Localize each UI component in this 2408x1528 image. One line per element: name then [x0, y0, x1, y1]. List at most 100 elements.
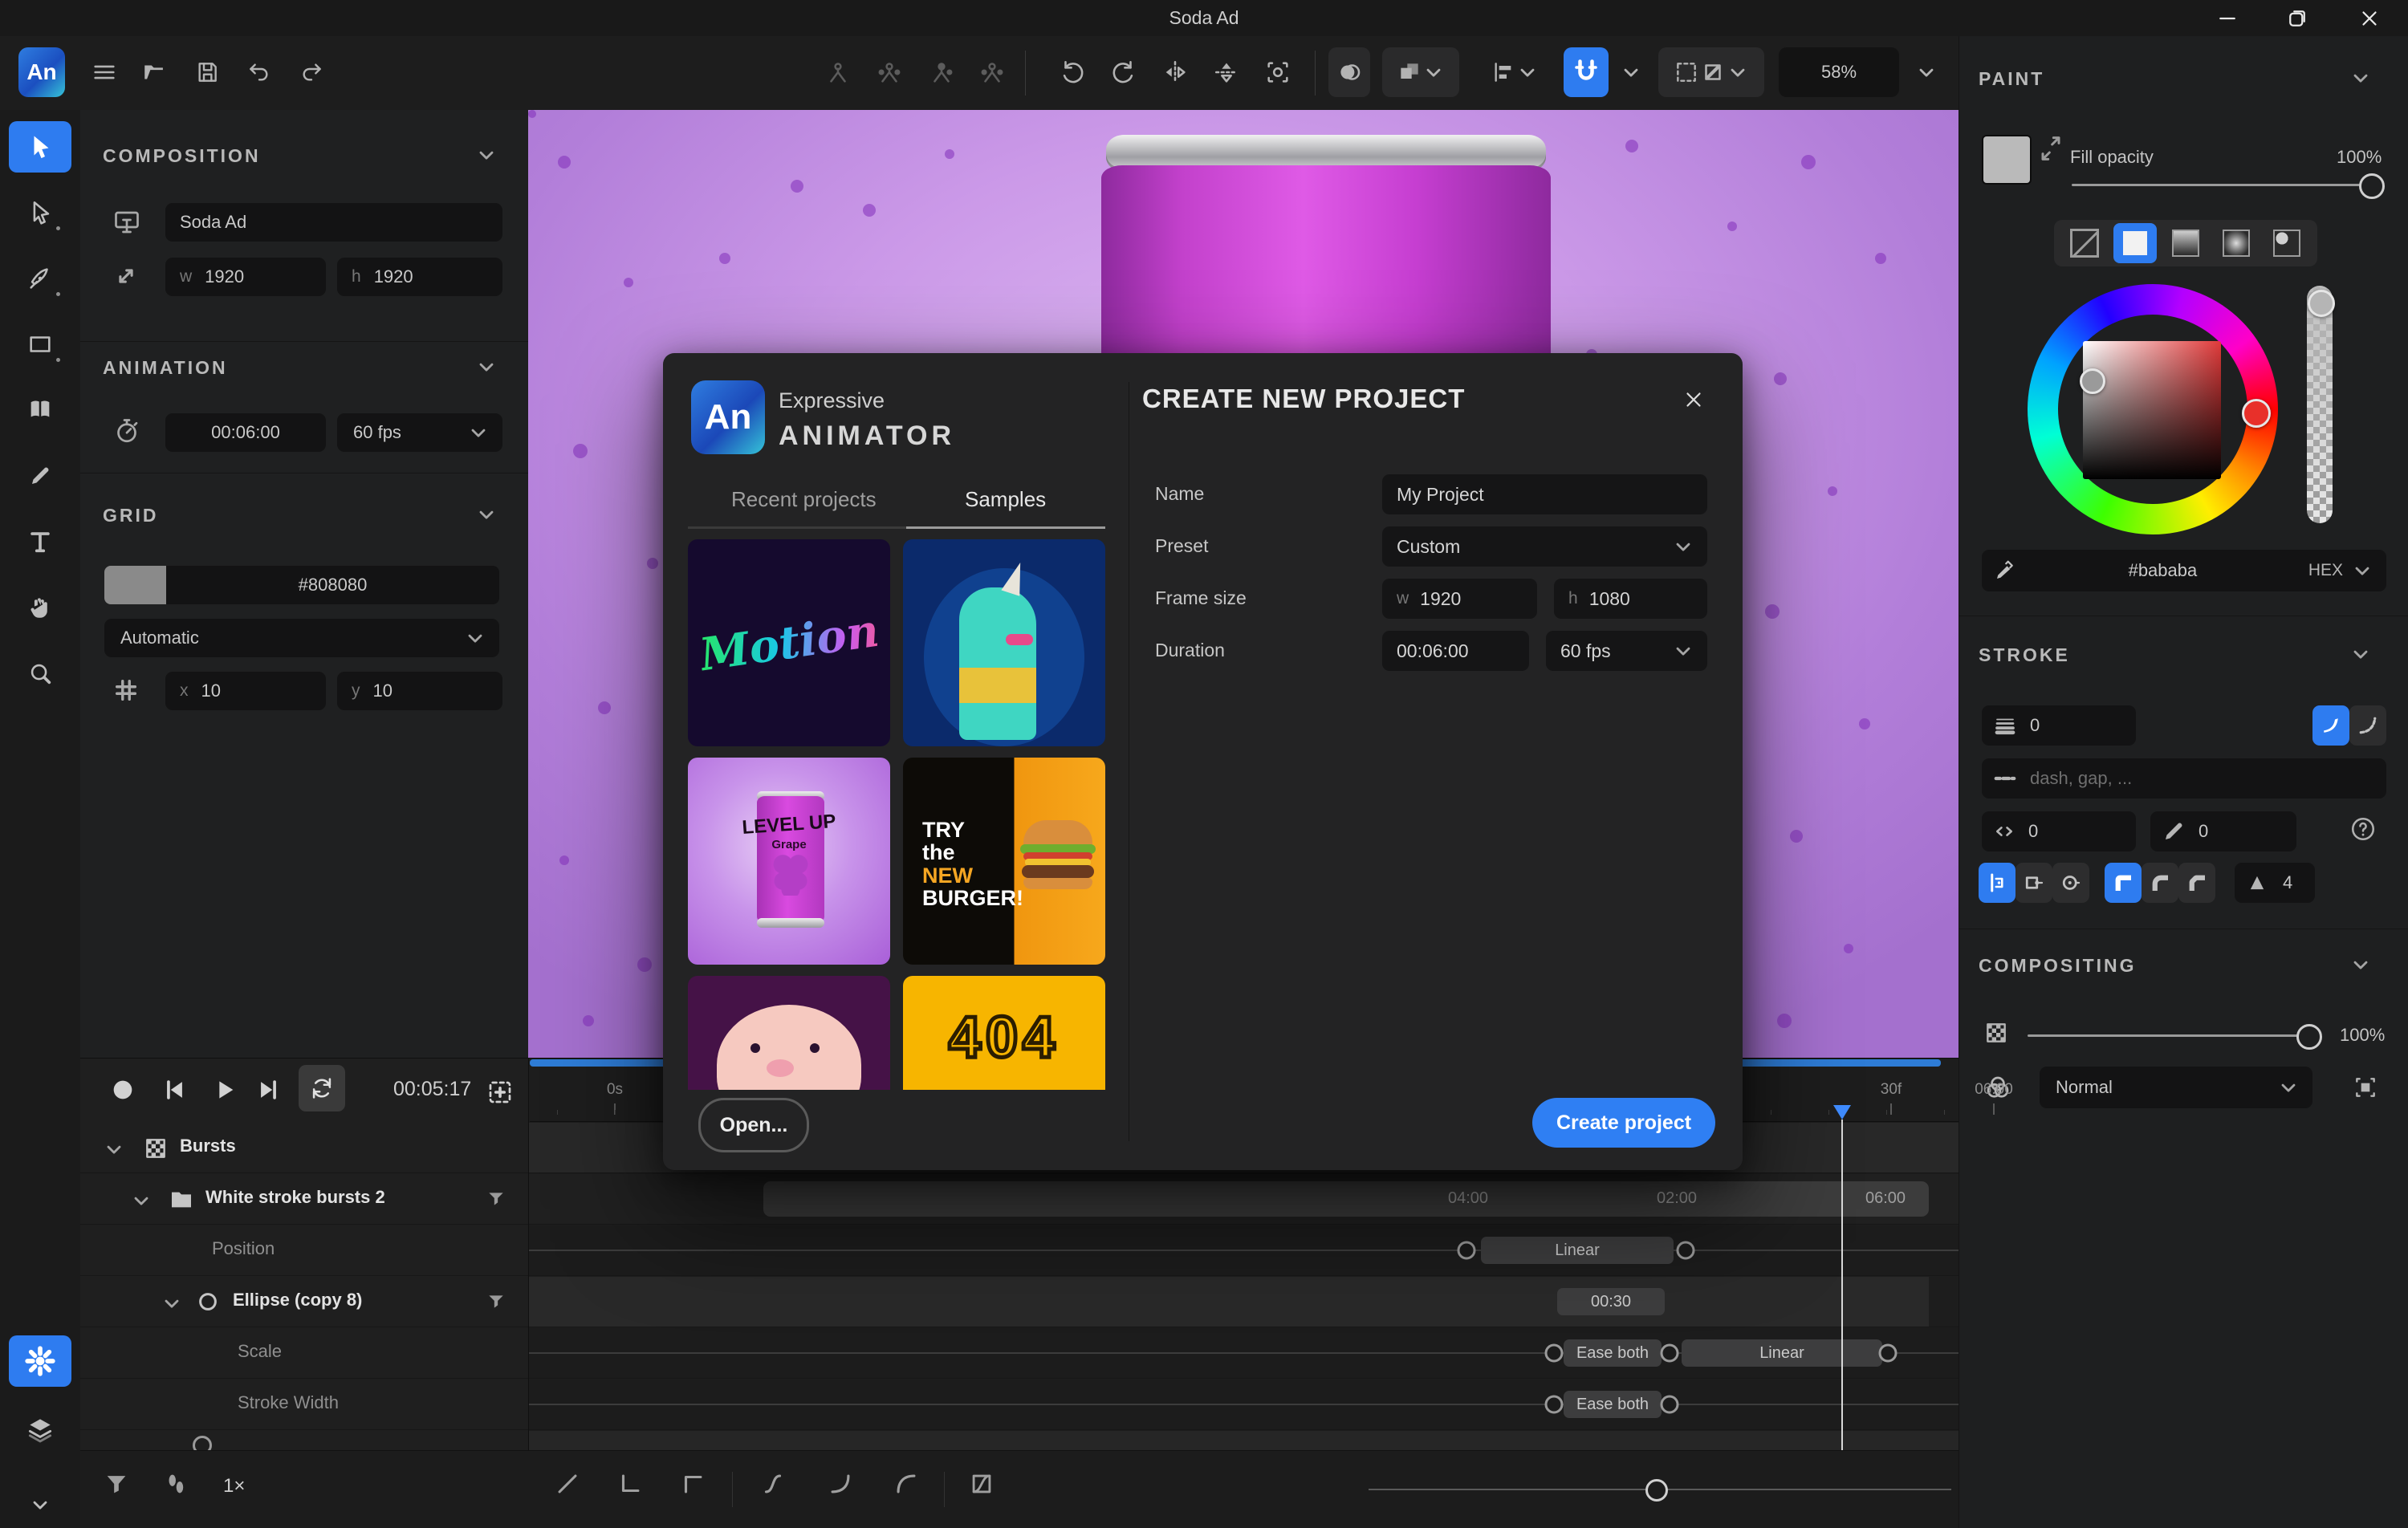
flip-vertical-button[interactable] — [1204, 47, 1249, 97]
grid-x-input[interactable]: x10 — [165, 672, 326, 710]
alpha-handle[interactable] — [2308, 290, 2335, 317]
keyframe[interactable] — [1458, 1242, 1476, 1260]
track-lane-ellipse-copy-8[interactable]: 00:30 — [529, 1277, 1959, 1327]
zoom-options-button[interactable] — [1904, 47, 1949, 97]
settings-button[interactable] — [9, 1335, 71, 1387]
pen-tool[interactable] — [9, 253, 71, 304]
keyframe[interactable] — [1677, 1242, 1695, 1260]
layers-button[interactable] — [9, 1404, 71, 1455]
cap-square-button[interactable] — [2052, 863, 2089, 903]
zoom-level-field[interactable]: 58% — [1779, 47, 1899, 97]
expand-chevron-icon[interactable] — [161, 1292, 183, 1315]
add-composition-button[interactable] — [486, 1078, 515, 1107]
preset-select[interactable]: Custom — [1382, 526, 1707, 567]
mask-button[interactable] — [1328, 47, 1370, 97]
stroke-help-button[interactable] — [2349, 815, 2377, 843]
create-project-button[interactable]: Create project — [1532, 1098, 1715, 1148]
grid-mode-select[interactable]: Automatic — [104, 619, 499, 657]
color-hex-value[interactable]: #bababa — [2017, 560, 2308, 581]
open-project-button[interactable]: Open... — [698, 1098, 809, 1152]
ease-hold-in-button[interactable] — [616, 1470, 644, 1498]
composition-name-input[interactable]: Soda Ad — [165, 203, 502, 242]
pencil-tool[interactable] — [9, 450, 71, 502]
filter-tracks-button[interactable] — [103, 1470, 130, 1498]
animation-collapse-button[interactable] — [475, 356, 498, 378]
minimize-button[interactable] — [2195, 0, 2260, 36]
sample-thumbnail-burger[interactable]: TRY the NEW BURGER! — [903, 758, 1105, 965]
track-name-position[interactable]: Position — [80, 1225, 528, 1276]
timeline-timecode[interactable]: 00:05:17 — [393, 1078, 471, 1101]
snapping-button[interactable] — [1564, 47, 1609, 97]
ease-both-button[interactable] — [759, 1470, 787, 1498]
alpha-slider[interactable] — [2307, 286, 2333, 523]
swap-fill-stroke-button[interactable] — [2035, 132, 2067, 165]
node-tool-button[interactable] — [816, 47, 860, 97]
close-button[interactable] — [2337, 0, 2402, 36]
next-frame-button[interactable] — [255, 1076, 283, 1103]
prev-frame-button[interactable] — [161, 1076, 188, 1103]
join-bevel-button[interactable] — [2178, 863, 2215, 903]
easing-badge[interactable]: 00:30 — [1557, 1288, 1665, 1315]
track-lane-stroke-width[interactable]: Ease both — [529, 1380, 1959, 1430]
keyframe[interactable] — [1661, 1344, 1679, 1363]
join-round-button[interactable] — [2142, 863, 2178, 903]
stroke-offset-input[interactable]: 0 — [1982, 811, 2136, 851]
hand-tool[interactable] — [9, 582, 71, 633]
fps-select[interactable]: 60 fps — [1546, 631, 1707, 671]
frame-height-input[interactable]: h1080 — [1554, 579, 1707, 619]
hue-handle[interactable] — [2242, 399, 2271, 428]
stroke-dash-input[interactable]: dash, gap, ... — [1982, 758, 2386, 799]
rectangle-tool[interactable] — [9, 319, 71, 370]
snapping-options-button[interactable] — [1609, 47, 1653, 97]
composition-collapse-button[interactable] — [475, 144, 498, 166]
zoom-tool[interactable] — [9, 648, 71, 699]
track-lane-scale[interactable]: Ease bothLinear — [529, 1328, 1959, 1379]
duration-input[interactable]: 00:06:00 — [1382, 631, 1529, 671]
focus-selection-button[interactable] — [1255, 47, 1300, 97]
ease-custom-button[interactable] — [968, 1470, 995, 1498]
composition-height-input[interactable]: h1920 — [337, 258, 502, 296]
easing-badge[interactable]: Ease both — [1564, 1391, 1662, 1418]
isolate-button[interactable] — [2353, 1075, 2378, 1100]
frame-width-input[interactable]: w1920 — [1382, 579, 1537, 619]
playback-speed[interactable]: 1× — [223, 1475, 245, 1498]
timeline-zoom-knob[interactable] — [1645, 1479, 1668, 1502]
keyframe[interactable] — [1661, 1396, 1679, 1414]
ease-out-button[interactable] — [893, 1470, 920, 1498]
open-file-button[interactable] — [132, 47, 177, 97]
compositing-collapse-button[interactable] — [2349, 953, 2372, 976]
track-name-white-stroke-bursts-2[interactable]: White stroke bursts 2 — [80, 1174, 528, 1225]
project-name-input[interactable]: My Project — [1382, 474, 1707, 514]
fill-opacity-slider[interactable] — [2072, 184, 2372, 186]
sv-handle[interactable] — [2080, 368, 2105, 394]
keyframe[interactable] — [1545, 1344, 1564, 1363]
group-button[interactable] — [1382, 47, 1459, 97]
track-name-scale[interactable]: Scale — [80, 1328, 528, 1379]
paint-linear-gradient-button[interactable] — [2164, 223, 2207, 263]
stroke-smooth-input[interactable]: 0 — [2150, 811, 2296, 851]
stroke-brush-outline-button[interactable] — [2349, 705, 2386, 746]
cap-butt-button[interactable] — [1979, 863, 2015, 903]
miter-limit-input[interactable]: 4 — [2235, 863, 2315, 903]
track-name-ellipse-copy-8[interactable]: Ellipse (copy 8) — [80, 1277, 528, 1327]
redo-button[interactable] — [289, 47, 334, 97]
undo-button[interactable] — [237, 47, 282, 97]
sample-thumbnail-motion[interactable]: Motion — [688, 539, 890, 746]
layer-opacity-slider[interactable] — [2028, 1034, 2304, 1037]
track-name-stroke-width[interactable]: Stroke Width — [80, 1380, 528, 1430]
paint-pattern-button[interactable] — [2265, 223, 2308, 263]
sample-thumbnail-character[interactable] — [903, 539, 1105, 746]
saturation-value-box[interactable] — [2083, 341, 2221, 479]
node-add-tool-button[interactable] — [867, 47, 912, 97]
motion-path-button[interactable] — [162, 1470, 189, 1498]
paint-collapse-button[interactable] — [2349, 67, 2372, 89]
flip-horizontal-button[interactable] — [1153, 47, 1198, 97]
tab-recent-projects[interactable]: Recent projects — [731, 487, 877, 512]
grid-y-input[interactable]: y10 — [337, 672, 502, 710]
align-button[interactable] — [1479, 47, 1551, 97]
paint-radial-gradient-button[interactable] — [2215, 223, 2258, 263]
expand-chevron-icon[interactable] — [130, 1189, 153, 1212]
filter-icon[interactable] — [486, 1189, 506, 1209]
stroke-brush-profile-button[interactable] — [2312, 705, 2349, 746]
color-mode-value[interactable]: HEX — [2308, 561, 2343, 580]
